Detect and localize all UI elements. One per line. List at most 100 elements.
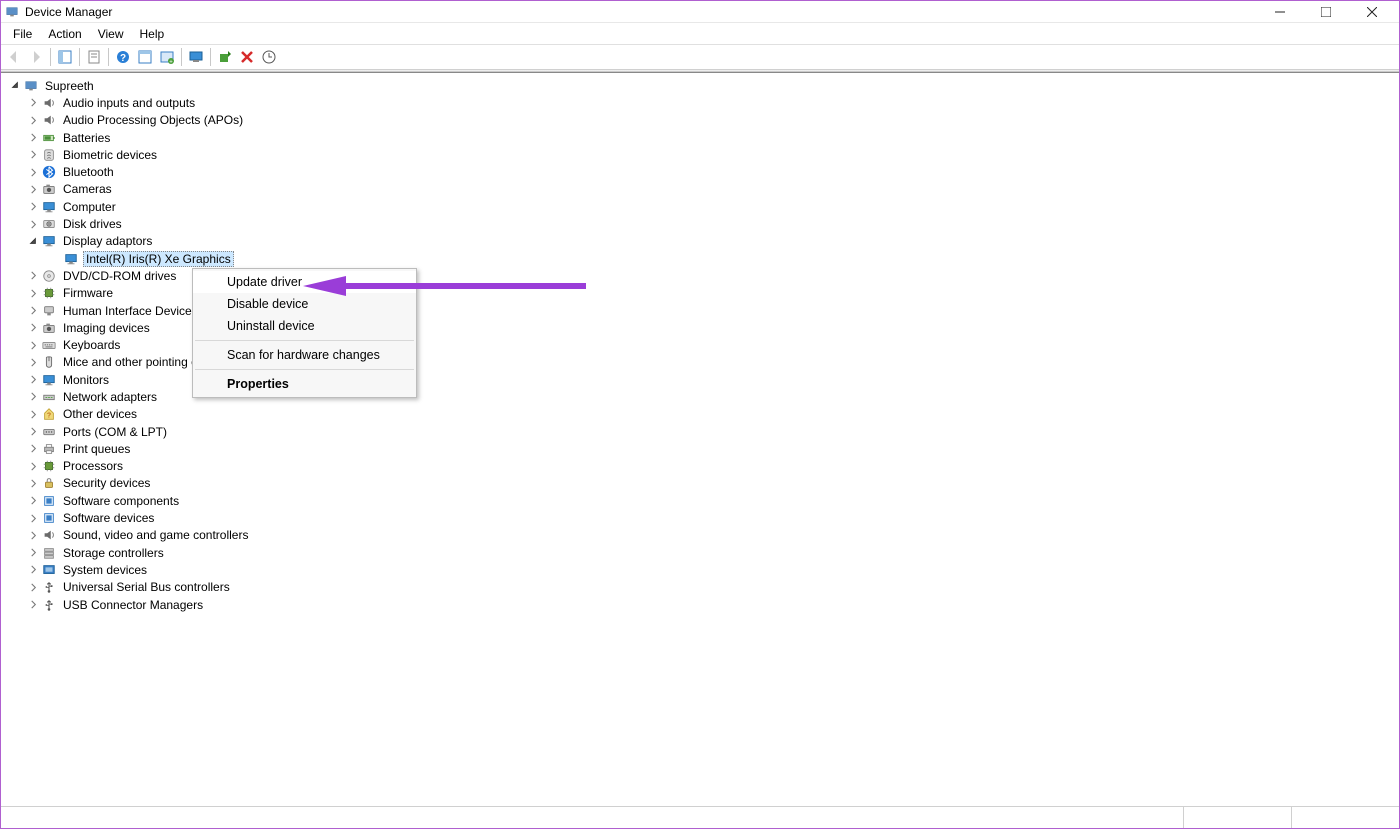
computer-button[interactable] bbox=[185, 46, 207, 68]
category-label: Network adapters bbox=[61, 390, 159, 404]
category-label: Sound, video and game controllers bbox=[61, 528, 250, 542]
tree-category[interactable]: Software components bbox=[5, 492, 1395, 509]
tree-category[interactable]: Sound, video and game controllers bbox=[5, 527, 1395, 544]
tree-category[interactable]: Universal Serial Bus controllers bbox=[5, 579, 1395, 596]
tree-category[interactable]: Biometric devices bbox=[5, 146, 1395, 163]
expand-closed-icon[interactable] bbox=[27, 495, 39, 507]
expand-open-icon[interactable] bbox=[9, 80, 21, 92]
expand-closed-icon[interactable] bbox=[27, 322, 39, 334]
forward-button[interactable] bbox=[25, 46, 47, 68]
show-tree-button[interactable] bbox=[54, 46, 76, 68]
expand-closed-icon[interactable] bbox=[27, 149, 39, 161]
category-label: Processors bbox=[61, 459, 125, 473]
ctx-divider bbox=[195, 340, 414, 341]
ctx-scan-hardware[interactable]: Scan for hardware changes bbox=[193, 344, 416, 366]
menu-view[interactable]: View bbox=[90, 25, 132, 43]
expand-closed-icon[interactable] bbox=[27, 529, 39, 541]
usb-icon bbox=[41, 597, 57, 613]
tree-category[interactable]: Print queues bbox=[5, 440, 1395, 457]
tree-category[interactable]: Audio inputs and outputs bbox=[5, 94, 1395, 111]
ctx-update-driver[interactable]: Update driver bbox=[193, 271, 416, 293]
expand-closed-icon[interactable] bbox=[27, 97, 39, 109]
tree-root-node[interactable]: Supreeth bbox=[5, 77, 1395, 94]
monitor-icon bbox=[41, 199, 57, 215]
tree-category[interactable]: Processors bbox=[5, 458, 1395, 475]
context-menu: Update driver Disable device Uninstall d… bbox=[192, 268, 417, 398]
expand-closed-icon[interactable] bbox=[27, 287, 39, 299]
expand-closed-icon[interactable] bbox=[27, 460, 39, 472]
computer-icon bbox=[23, 78, 39, 94]
port-icon bbox=[41, 424, 57, 440]
category-label: Ports (COM & LPT) bbox=[61, 425, 169, 439]
expand-closed-icon[interactable] bbox=[27, 374, 39, 386]
options-button[interactable] bbox=[258, 46, 280, 68]
refresh-button[interactable] bbox=[134, 46, 156, 68]
tree-category[interactable]: Storage controllers bbox=[5, 544, 1395, 561]
tree-category[interactable]: Software devices bbox=[5, 509, 1395, 526]
tree-category[interactable]: Computer bbox=[5, 198, 1395, 215]
category-label: Software devices bbox=[61, 511, 156, 525]
ctx-disable-device[interactable]: Disable device bbox=[193, 293, 416, 315]
close-button[interactable] bbox=[1349, 1, 1395, 23]
tree-category[interactable]: System devices bbox=[5, 561, 1395, 578]
expand-closed-icon[interactable] bbox=[27, 581, 39, 593]
maximize-button[interactable] bbox=[1303, 1, 1349, 23]
category-label: Keyboards bbox=[61, 338, 122, 352]
tree-category[interactable]: Security devices bbox=[5, 475, 1395, 492]
svg-text:?: ? bbox=[120, 53, 126, 64]
tree-category[interactable]: ?Other devices bbox=[5, 406, 1395, 423]
tree-category[interactable]: Bluetooth bbox=[5, 163, 1395, 180]
category-label: Mice and other pointing c bbox=[61, 355, 199, 369]
expand-closed-icon[interactable] bbox=[27, 114, 39, 126]
category-label: Software components bbox=[61, 494, 181, 508]
expand-closed-icon[interactable] bbox=[27, 305, 39, 317]
tree-category[interactable]: Cameras bbox=[5, 181, 1395, 198]
expand-closed-icon[interactable] bbox=[27, 599, 39, 611]
tree-category[interactable]: Ports (COM & LPT) bbox=[5, 423, 1395, 440]
monitor-icon bbox=[41, 372, 57, 388]
expand-closed-icon[interactable] bbox=[27, 132, 39, 144]
ctx-properties[interactable]: Properties bbox=[193, 373, 416, 395]
system-icon bbox=[41, 562, 57, 578]
tree-category[interactable]: Display adaptors bbox=[5, 233, 1395, 250]
expand-closed-icon[interactable] bbox=[27, 512, 39, 524]
expand-closed-icon[interactable] bbox=[27, 218, 39, 230]
tree-category[interactable]: USB Connector Managers bbox=[5, 596, 1395, 613]
expand-open-icon[interactable] bbox=[27, 235, 39, 247]
menu-action[interactable]: Action bbox=[40, 25, 89, 43]
device-tree[interactable]: SupreethAudio inputs and outputsAudio Pr… bbox=[1, 73, 1399, 808]
menu-help[interactable]: Help bbox=[132, 25, 173, 43]
tree-category[interactable]: Disk drives bbox=[5, 215, 1395, 232]
expand-closed-icon[interactable] bbox=[27, 477, 39, 489]
back-button[interactable] bbox=[3, 46, 25, 68]
chip-icon bbox=[41, 458, 57, 474]
remove-button[interactable] bbox=[236, 46, 258, 68]
minimize-button[interactable] bbox=[1257, 1, 1303, 23]
expand-closed-icon[interactable] bbox=[27, 408, 39, 420]
expand-closed-icon[interactable] bbox=[27, 166, 39, 178]
expand-closed-icon[interactable] bbox=[27, 391, 39, 403]
fingerprint-icon bbox=[41, 147, 57, 163]
properties-sheet-button[interactable] bbox=[83, 46, 105, 68]
tree-category[interactable]: Audio Processing Objects (APOs) bbox=[5, 112, 1395, 129]
tree-category[interactable]: Batteries bbox=[5, 129, 1395, 146]
toolbar: ? + bbox=[1, 44, 1399, 70]
expand-closed-icon[interactable] bbox=[27, 443, 39, 455]
expand-closed-icon[interactable] bbox=[27, 183, 39, 195]
expand-closed-icon[interactable] bbox=[27, 339, 39, 351]
expand-closed-icon[interactable] bbox=[27, 356, 39, 368]
expand-closed-icon[interactable] bbox=[27, 270, 39, 282]
menu-file[interactable]: File bbox=[5, 25, 40, 43]
expand-closed-icon[interactable] bbox=[27, 547, 39, 559]
help-button[interactable]: ? bbox=[112, 46, 134, 68]
tree-device[interactable]: Intel(R) Iris(R) Xe Graphics bbox=[5, 250, 1395, 267]
scan-hw-button[interactable] bbox=[214, 46, 236, 68]
expand-closed-icon[interactable] bbox=[27, 564, 39, 576]
expand-closed-icon[interactable] bbox=[27, 201, 39, 213]
speaker-icon bbox=[41, 95, 57, 111]
ctx-uninstall-device[interactable]: Uninstall device bbox=[193, 315, 416, 337]
disc-icon bbox=[41, 268, 57, 284]
device-label: Intel(R) Iris(R) Xe Graphics bbox=[83, 251, 234, 267]
add-hw-button[interactable]: + bbox=[156, 46, 178, 68]
expand-closed-icon[interactable] bbox=[27, 426, 39, 438]
